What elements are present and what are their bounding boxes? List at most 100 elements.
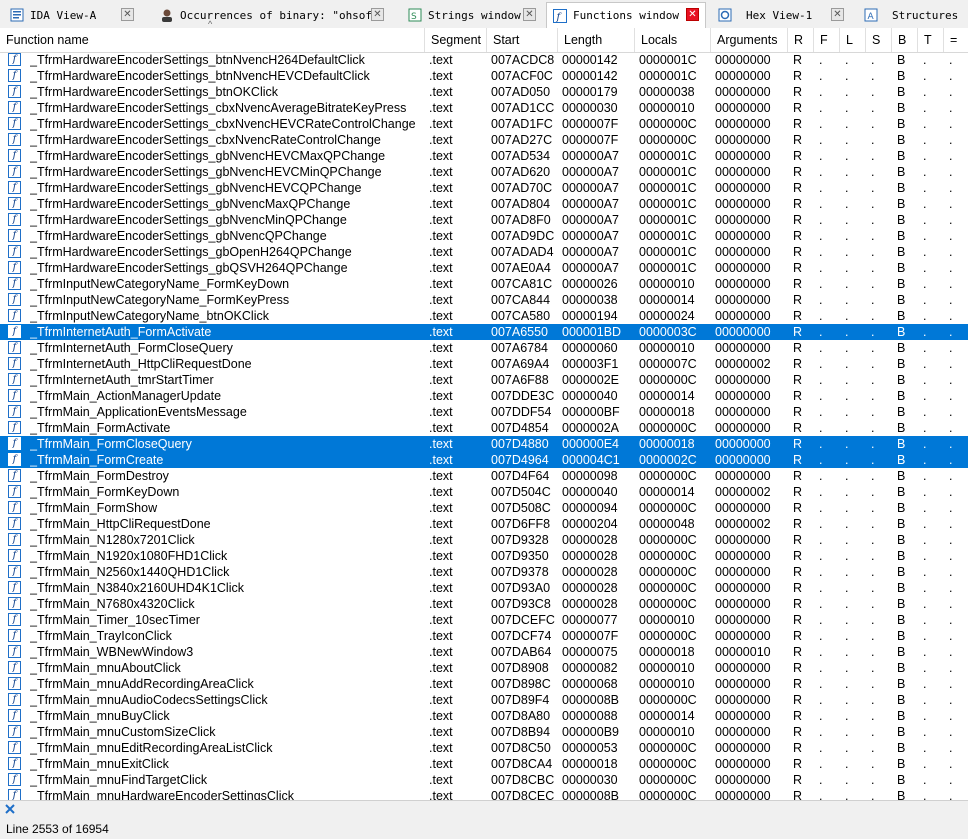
table-row[interactable]: f _TfrmMain_Timer_10secTimer .text 007DCEFC… — [0, 612, 968, 628]
table-row[interactable]: f _TfrmHardwareEncoderSettings_gbNvencMin… — [0, 212, 968, 228]
table-row[interactable]: f _TfrmMain_ApplicationEventsMessage .text… — [0, 404, 968, 420]
table-row[interactable]: f _TfrmHardwareEncoderSettings_btnNvencHE… — [0, 68, 968, 84]
close-icon[interactable]: ✕ — [831, 8, 844, 21]
table-row[interactable]: f _TfrmHardwareEncoderSettings_cbxNvencAv… — [0, 100, 968, 116]
column-function-name[interactable]: Function name — [0, 28, 425, 52]
table-row[interactable]: f _TfrmInternetAuth_FormCloseQuery .text 00… — [0, 340, 968, 356]
segment-cell: .text — [429, 725, 453, 739]
column-t[interactable]: T — [918, 28, 944, 52]
table-row[interactable]: f _TfrmMain_mnuFindTargetClick .text 007D8C… — [0, 772, 968, 788]
table-row[interactable]: f _TfrmMain_mnuAboutClick .text 007D8908 000… — [0, 660, 968, 676]
locals-cell: 0000001C — [639, 69, 697, 83]
table-row[interactable]: f _TfrmMain_FormActivate .text 007D4854 0000… — [0, 420, 968, 436]
table-row[interactable]: f _TfrmInputNewCategoryName_FormKeyDown .t… — [0, 276, 968, 292]
s-flag-cell: . — [871, 325, 875, 339]
segment-cell: .text — [429, 453, 453, 467]
column-f[interactable]: F — [814, 28, 840, 52]
close-icon[interactable]: ✕ — [121, 8, 134, 21]
table-row[interactable]: f _TfrmMain_mnuAddRecordingAreaClick .text… — [0, 676, 968, 692]
close-icon[interactable] — [3, 802, 17, 816]
table-row[interactable]: f _TfrmMain_mnuExitClick .text 007D8CA4 0000… — [0, 756, 968, 772]
table-row[interactable]: f _TfrmMain_mnuAudioCodecsSettingsClick .t… — [0, 692, 968, 708]
table-row[interactable]: f _TfrmHardwareEncoderSettings_cbxNvencHE… — [0, 116, 968, 132]
function-name-cell: _TfrmInputNewCategoryName_FormKeyPress — [30, 293, 290, 307]
table-row[interactable]: f _TfrmMain_mnuCustomSizeClick .text 007D8B… — [0, 724, 968, 740]
t-flag-cell: . — [923, 293, 927, 307]
f-flag-cell: . — [819, 677, 823, 691]
tab-bar: IDA View-A ✕ Occurrences of binary: "ohs… — [0, 0, 968, 29]
table-row[interactable]: f _TfrmHardwareEncoderSettings_gbOpenH264… — [0, 244, 968, 260]
table-row[interactable]: f _TfrmInputNewCategoryName_btnOKClick .te… — [0, 308, 968, 324]
column-b[interactable]: B — [892, 28, 918, 52]
table-row[interactable]: f _TfrmMain_FormShow .text 007D508C 00000094… — [0, 500, 968, 516]
tab-ida-view-a[interactable]: IDA View-A ✕ — [4, 3, 140, 27]
s-flag-cell: . — [871, 773, 875, 787]
table-row[interactable]: f _TfrmMain_mnuEditRecordingAreaListClick… — [0, 740, 968, 756]
table-row[interactable]: f _TfrmHardwareEncoderSettings_btnNvencH2… — [0, 52, 968, 68]
table-row[interactable]: f _TfrmHardwareEncoderSettings_gbNvencMax… — [0, 196, 968, 212]
function-icon: f — [553, 8, 567, 23]
table-row[interactable]: f _TfrmMain_FormCloseQuery .text 007D4880 00… — [0, 436, 968, 452]
table-row[interactable]: f _TfrmHardwareEncoderSettings_gbNvencHEV… — [0, 180, 968, 196]
column-s[interactable]: S — [866, 28, 892, 52]
table-row[interactable]: f _TfrmMain_N3840x2160UHD4K1Click .text 007… — [0, 580, 968, 596]
table-row[interactable]: f _TfrmHardwareEncoderSettings_btnOKClick… — [0, 84, 968, 100]
table-row[interactable]: f _TfrmMain_N2560x1440QHD1Click .text 007D9… — [0, 564, 968, 580]
close-icon[interactable]: ✕ — [686, 8, 699, 21]
table-row[interactable]: f _TfrmHardwareEncoderSettings_gbNvencQPC… — [0, 228, 968, 244]
segment-cell: .text — [429, 181, 453, 195]
s-flag-cell: . — [871, 389, 875, 403]
tab-functions-window[interactable]: f Functions window ✕ — [546, 2, 706, 28]
horizontal-scrollbar[interactable] — [0, 800, 968, 819]
column-r[interactable]: R — [788, 28, 814, 52]
column-eq[interactable]: = — [944, 28, 968, 52]
eq-flag-cell: . — [949, 309, 953, 323]
function-icon: f — [8, 645, 21, 658]
table-row[interactable]: f _TfrmInputNewCategoryName_FormKeyPress.… — [0, 292, 968, 308]
start-cell: 007AD050 — [491, 85, 551, 99]
function-name-cell: _TfrmMain_TrayIconClick — [30, 629, 172, 643]
start-cell: 007AD534 — [491, 149, 551, 163]
table-row[interactable]: f _TfrmHardwareEncoderSettings_gbNvencHEV… — [0, 148, 968, 164]
table-row[interactable]: f _TfrmMain_WBNewWindow3 .text 007DAB64 0000… — [0, 644, 968, 660]
close-icon[interactable]: ✕ — [371, 8, 384, 21]
tab-occurrences[interactable]: Occurrences of binary: "ohsoft" ✕ — [154, 3, 390, 27]
table-row[interactable]: f _TfrmMain_FormKeyDown .text 007D504C 00000… — [0, 484, 968, 500]
table-row[interactable]: f _TfrmMain_HttpCliRequestDone .text 007D6F… — [0, 516, 968, 532]
table-row[interactable]: f _TfrmMain_ActionManagerUpdate .text 007DD… — [0, 388, 968, 404]
r-flag-cell: R — [793, 501, 803, 515]
table-row[interactable]: f _TfrmInternetAuth_FormActivate .text 007A… — [0, 324, 968, 340]
table-row[interactable]: f _TfrmMain_FormDestroy .text 007D4F64 00000… — [0, 468, 968, 484]
tab-strings-window[interactable]: S Strings window ✕ — [402, 3, 542, 27]
t-flag-cell: . — [923, 677, 927, 691]
table-row[interactable]: f _TfrmInternetAuth_HttpCliRequestDone .te… — [0, 356, 968, 372]
arguments-cell: 00000000 — [715, 757, 771, 771]
close-icon[interactable]: ✕ — [523, 8, 536, 21]
table-row[interactable]: f _TfrmMain_TrayIconClick .text 007DCF74 000… — [0, 628, 968, 644]
table-row[interactable]: f _TfrmMain_mnuBuyClick .text 007D8A80 00000… — [0, 708, 968, 724]
function-icon: f — [8, 325, 21, 338]
s-flag-cell: . — [871, 181, 875, 195]
length-cell: 000000E4 — [562, 437, 620, 451]
table-row[interactable]: f _TfrmHardwareEncoderSettings_gbNvencHEV… — [0, 164, 968, 180]
table-row[interactable]: f _TfrmMain_FormCreate .text 007D4964 000004… — [0, 452, 968, 468]
column-l[interactable]: L — [840, 28, 866, 52]
table-row[interactable]: f _TfrmHardwareEncoderSettings_cbxNvencRa… — [0, 132, 968, 148]
tab-structures[interactable]: A Structures — [858, 3, 968, 27]
table-row[interactable]: f _TfrmMain_N1280x7201Click .text 007D9328 0… — [0, 532, 968, 548]
column-segment[interactable]: Segment — [425, 28, 487, 52]
tab-hex-view-1[interactable]: Hex View-1 ✕ — [712, 3, 850, 27]
start-cell: 007AD620 — [491, 165, 551, 179]
table-row[interactable]: f _TfrmMain_mnuHardwareEncoderSettingsCli… — [0, 788, 968, 800]
table-row[interactable]: f _TfrmInternetAuth_tmrStartTimer .text 007… — [0, 372, 968, 388]
table-row[interactable]: f _TfrmMain_N7680x4320Click .text 007D93C8 0… — [0, 596, 968, 612]
f-flag-cell: . — [819, 405, 823, 419]
table-row[interactable]: f _TfrmHardwareEncoderSettings_gbQSVH264Q… — [0, 260, 968, 276]
table-row[interactable]: f _TfrmMain_N1920x1080FHD1Click .text 007D9… — [0, 548, 968, 564]
r-flag-cell: R — [793, 549, 803, 563]
b-flag-cell: B — [897, 133, 906, 147]
column-locals[interactable]: Locals — [635, 28, 711, 52]
column-arguments[interactable]: Arguments — [711, 28, 788, 52]
column-length[interactable]: Length — [558, 28, 635, 52]
column-start[interactable]: Start — [487, 28, 558, 52]
